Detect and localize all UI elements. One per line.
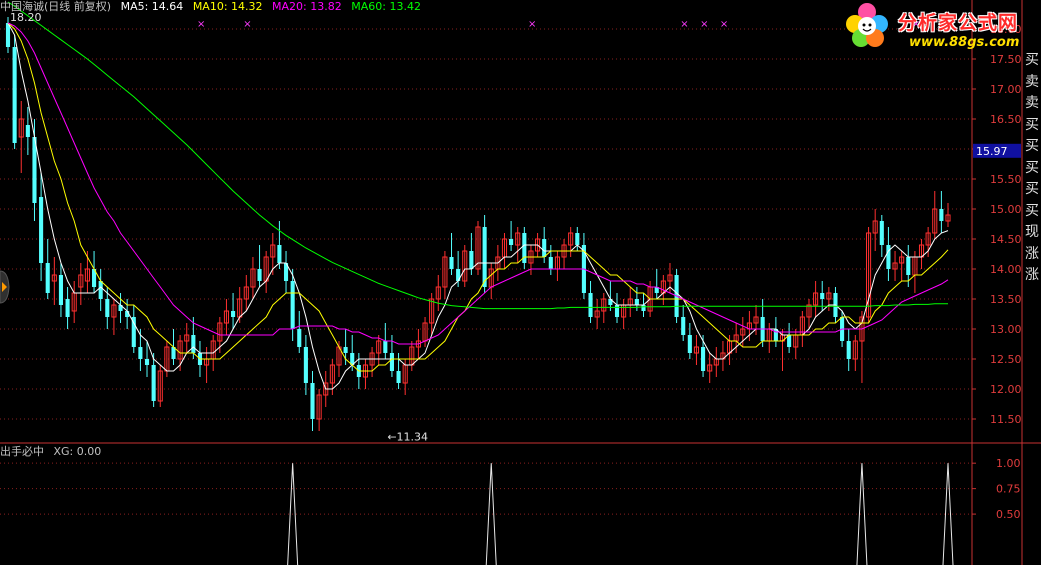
candle-body-down [12,47,17,143]
signal-label: 涨 [1025,245,1039,262]
main-header: 中国海诚(日线 前复权) MA5: 14.64 MA10: 14.32 MA20… [0,0,427,14]
cross-marker: × [700,19,708,30]
site-logo: 分析家公式网 www.88gs.com [843,0,1039,54]
candle-body-down [310,383,315,419]
y-tick-label: 12.00 [990,383,1022,396]
ma-line-ma10 [7,22,949,372]
y-tick-label: 12.50 [990,353,1022,366]
chart-stage: × × × × × × × 18.20 ←11.34 11.50 12.00 12.50 13.00… [0,0,1041,565]
candle-body-down [277,245,282,263]
candle-body-down [820,293,825,299]
candle-body-down [257,269,262,281]
y-tick-label: 17.00 [990,83,1022,96]
cross-marker: × [680,19,688,30]
candle-body-down [98,281,103,299]
candle-body-down [588,293,593,317]
candle-body-down [231,311,236,317]
candle-body-down [383,341,388,353]
price-annotation: ←11.34 [387,431,428,444]
y-tick-label: 13.00 [990,323,1022,336]
y-tick-label: 15.00 [990,203,1022,216]
signal-label: 买 [1025,116,1039,133]
candle-body-down [846,341,851,359]
ma-line-ma20 [7,22,949,345]
candle-body-down [45,263,50,293]
ma10-readout: MA10: 14.32 [192,0,263,13]
candle-body-down [482,227,487,287]
sub-y-tick-label: 1.00 [996,457,1021,470]
candle-body-down [575,233,580,245]
signal-label: 买 [1025,138,1039,154]
candle-body-down [687,335,692,353]
candle-body-down [681,317,686,335]
candle-body-down [548,257,553,269]
candle-body-down [297,329,302,347]
candle-body-down [389,353,394,371]
y-tick-label: 17.50 [990,53,1022,66]
kline-chart[interactable]: × × × × × × × 18.20←11.34 11.5012.0012.5013.00… [0,0,1041,565]
signal-label: 买 [1025,52,1039,68]
signal-label: 现 [1025,224,1039,240]
xg-spike [485,463,497,565]
candle-body-down [701,347,706,371]
candle-body-down [138,347,143,359]
candle-body-down [542,239,547,257]
candle-body-down [396,371,401,383]
signal-label: 买 [1025,202,1039,219]
candle-body-down [105,299,110,317]
candle-body-down [25,125,30,137]
candle-body-down [39,197,44,263]
y-tick-label: 13.50 [990,293,1022,306]
candle-body-down [131,317,136,347]
candle-body-down [641,305,646,311]
expand-left-icon[interactable] [0,265,10,309]
cross-marker: × [243,19,251,30]
y-tick-label: 15.50 [990,173,1022,186]
xg-spike [856,463,868,565]
candle-body-down [614,305,620,317]
xg-readout: XG: 0.00 [53,445,102,458]
candle-body-down [151,365,156,401]
signal-label: 卖 [1025,73,1039,90]
candle-body-down [939,209,944,221]
candle-body-down [879,221,884,245]
ma5-readout: MA5: 14.64 [120,0,184,13]
candle-body-down [469,251,474,269]
stock-title: 中国海诚(日线 前复权) [0,0,112,13]
y-tick-label: 16.50 [990,113,1022,126]
logo-text-cn: 分析家公式网 [898,12,1019,34]
y-tick-label: 14.50 [990,233,1022,246]
y-tick-label: 11.50 [990,413,1022,426]
sub-header: 出手必中 XG: 0.00 [0,445,107,459]
candle-body-down [65,299,70,317]
candle-body-down [886,245,891,269]
ma20-readout: MA20: 13.82 [272,0,342,13]
signal-label: 涨 [1025,267,1039,283]
flower-logo-icon [846,3,888,47]
candle-body-down [343,347,348,353]
y-tick-label: 14.00 [990,263,1022,276]
signal-label: 卖 [1025,95,1039,111]
sub-y-tick-label: 0.75 [996,483,1021,496]
current-price-label: 15.97 [976,145,1008,158]
candle-body-down [634,299,639,305]
indicator-name: 出手必中 [0,445,44,458]
candle-body-down [58,275,64,305]
cross-marker: × [528,19,536,30]
candle-body-down [191,335,196,353]
logo-text-url: www.88gs.com [909,35,1020,50]
candle-body-down [303,347,308,383]
cross-marker: × [197,19,205,30]
ma-line-ma5 [7,22,949,390]
signal-label: 买 [1025,159,1039,176]
candle-body-down [144,359,150,365]
ma60-readout: MA60: 13.42 [351,0,421,13]
signal-label: 买 [1025,181,1039,197]
candle-body-down [449,257,454,269]
candle-body-down [509,239,514,245]
sub-y-tick-label: 0.50 [996,508,1021,521]
cross-marker: × [720,19,728,30]
candle-body-down [906,257,911,275]
candle-body-down [290,281,295,329]
